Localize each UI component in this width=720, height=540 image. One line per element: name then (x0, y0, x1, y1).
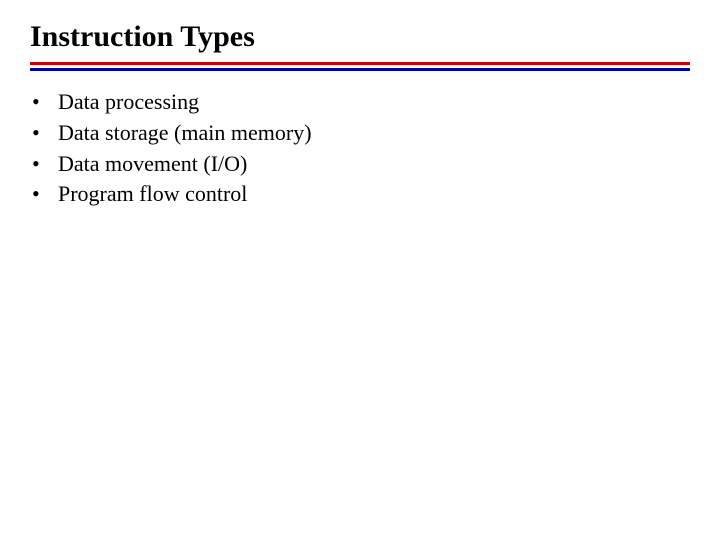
bullet-icon: • (30, 149, 58, 180)
list-item: • Data movement (I/O) (30, 149, 690, 180)
slide-title: Instruction Types (30, 20, 690, 54)
title-ruler (30, 62, 690, 71)
ruler-blue-line (30, 68, 690, 71)
bullet-icon: • (30, 179, 58, 210)
list-item: • Data processing (30, 87, 690, 118)
bullet-icon: • (30, 118, 58, 149)
list-item: • Data storage (main memory) (30, 118, 690, 149)
bullet-text: Data movement (I/O) (58, 149, 690, 180)
slide-container: Instruction Types • Data processing • Da… (0, 0, 720, 230)
bullet-text: Program flow control (58, 179, 690, 210)
bullet-list: • Data processing • Data storage (main m… (30, 87, 690, 210)
bullet-text: Data storage (main memory) (58, 118, 690, 149)
bullet-text: Data processing (58, 87, 690, 118)
bullet-icon: • (30, 87, 58, 118)
list-item: • Program flow control (30, 179, 690, 210)
